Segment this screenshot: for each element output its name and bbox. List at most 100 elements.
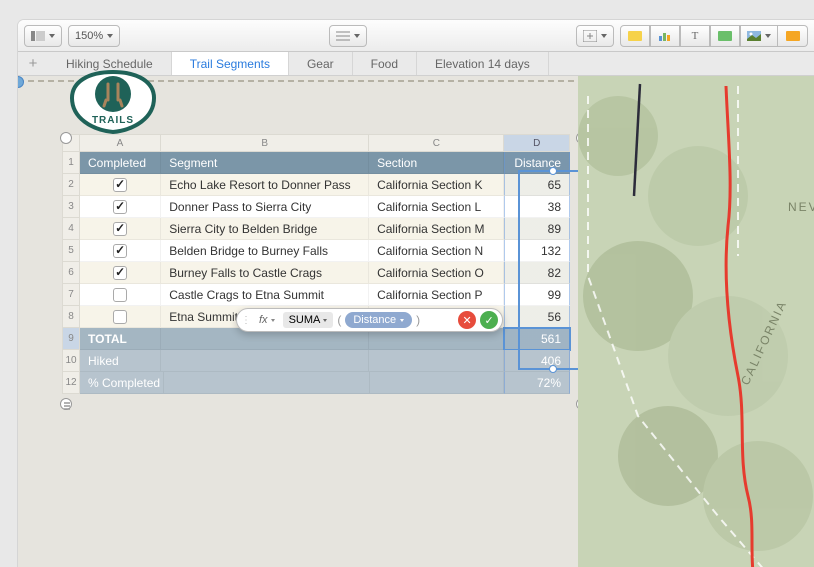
- media-insert-menu[interactable]: [740, 25, 778, 47]
- sheet-tab-food[interactable]: Food: [353, 52, 417, 75]
- checkbox[interactable]: [113, 178, 127, 192]
- distance-cell[interactable]: 65: [504, 174, 570, 196]
- checkbox[interactable]: [113, 244, 127, 258]
- checkbox[interactable]: [113, 266, 127, 280]
- sheet-tab-trail-segments[interactable]: Trail Segments: [172, 52, 289, 75]
- checkbox[interactable]: [113, 310, 127, 324]
- map-image: CALIFORNIA NEVADA: [578, 76, 814, 567]
- pct-label-cell[interactable]: % Completed: [80, 372, 164, 394]
- hiked-label-cell[interactable]: Hiked: [80, 350, 161, 372]
- row-number[interactable]: 12: [62, 372, 80, 394]
- shape-swatch-icon: [718, 31, 732, 41]
- section-cell[interactable]: California Section O: [369, 262, 504, 284]
- total-label-cell[interactable]: TOTAL: [80, 328, 161, 350]
- formula-confirm-button[interactable]: ✓: [480, 311, 498, 329]
- segment-cell[interactable]: Castle Crags to Etna Summit: [161, 284, 369, 306]
- checkbox[interactable]: [113, 288, 127, 302]
- completed-cell[interactable]: [80, 196, 161, 218]
- distance-cell[interactable]: 38: [504, 196, 570, 218]
- close-paren: ): [416, 313, 420, 327]
- zoom-menu[interactable]: 150%: [68, 25, 120, 47]
- row-number[interactable]: 8: [62, 306, 80, 328]
- table-handle-top-left[interactable]: [60, 132, 72, 144]
- hiked-value-cell[interactable]: 406: [504, 350, 570, 372]
- pct-value-cell[interactable]: 72%: [504, 372, 570, 394]
- row-number[interactable]: 7: [62, 284, 80, 306]
- section-cell[interactable]: California Section N: [369, 240, 504, 262]
- grip-icon[interactable]: ⋮: [241, 315, 251, 326]
- chart-insert-button[interactable]: [650, 25, 680, 47]
- total-value-cell[interactable]: 561: [504, 328, 570, 350]
- completed-cell[interactable]: [80, 262, 161, 284]
- segment-cell[interactable]: Donner Pass to Sierra City: [161, 196, 369, 218]
- row-number[interactable]: 4: [62, 218, 80, 240]
- col-header-c[interactable]: C: [369, 134, 504, 152]
- checkbox[interactable]: [113, 200, 127, 214]
- trails-logo: TRAILS: [68, 70, 158, 134]
- function-token[interactable]: SUMA: [283, 312, 334, 328]
- section-cell[interactable]: California Section K: [369, 174, 504, 196]
- section-cell[interactable]: California Section P: [369, 284, 504, 306]
- argument-token[interactable]: Distance: [345, 312, 412, 328]
- header-section[interactable]: Section: [369, 152, 504, 174]
- svg-text:TRAILS: TRAILS: [92, 115, 134, 126]
- header-completed[interactable]: Completed: [80, 152, 161, 174]
- completed-cell[interactable]: [80, 284, 161, 306]
- fx-menu[interactable]: fx: [255, 314, 279, 326]
- pct-empty-c[interactable]: [370, 372, 504, 394]
- view-menu[interactable]: [24, 25, 62, 47]
- col-header-a[interactable]: A: [80, 134, 161, 152]
- sheet-tab-elevation[interactable]: Elevation 14 days: [417, 52, 549, 75]
- distance-cell[interactable]: 99: [504, 284, 570, 306]
- row-number[interactable]: 10: [62, 350, 80, 372]
- header-segment[interactable]: Segment: [161, 152, 369, 174]
- row-number[interactable]: 3: [62, 196, 80, 218]
- canvas: TRAILS A B C D 1 Completed Segment Secti…: [18, 76, 814, 567]
- distance-cell[interactable]: 89: [504, 218, 570, 240]
- sheet-tab-gear[interactable]: Gear: [289, 52, 353, 75]
- hiked-empty-c[interactable]: [369, 350, 504, 372]
- toolbar: 150% T: [18, 20, 814, 52]
- row-number[interactable]: 2: [62, 174, 80, 196]
- shape-insert-button[interactable]: [710, 25, 740, 47]
- completed-cell[interactable]: [80, 306, 161, 328]
- segment-cell[interactable]: Echo Lake Resort to Donner Pass: [161, 174, 369, 196]
- list-style-menu[interactable]: [329, 25, 367, 47]
- segment-cell[interactable]: Sierra City to Belden Bridge: [161, 218, 369, 240]
- completed-cell[interactable]: [80, 240, 161, 262]
- add-sheet-button[interactable]: +: [18, 52, 48, 75]
- row-number[interactable]: 5: [62, 240, 80, 262]
- text-insert-button[interactable]: T: [680, 25, 710, 47]
- cancel-icon: ✕: [463, 314, 472, 327]
- segment-cell[interactable]: Burney Falls to Castle Crags: [161, 262, 369, 284]
- section-cell[interactable]: California Section L: [369, 196, 504, 218]
- row-number[interactable]: 1: [62, 152, 80, 174]
- table-insert-button[interactable]: [620, 25, 650, 47]
- col-header-b[interactable]: B: [161, 134, 369, 152]
- completed-cell[interactable]: [80, 218, 161, 240]
- insert-menu[interactable]: [576, 25, 614, 47]
- checkbox[interactable]: [113, 222, 127, 236]
- section-cell[interactable]: California Section M: [369, 218, 504, 240]
- zoom-value: 150%: [75, 30, 103, 42]
- comment-swatch-icon: [786, 31, 800, 41]
- table-add-row-handle[interactable]: [60, 398, 72, 410]
- table-swatch-icon: [628, 31, 642, 41]
- row-number[interactable]: 9: [62, 328, 80, 350]
- distance-cell[interactable]: 132: [504, 240, 570, 262]
- completed-cell[interactable]: [80, 174, 161, 196]
- spreadsheet-table[interactable]: A B C D 1 Completed Segment Section Dist…: [62, 134, 570, 394]
- formula-cancel-button[interactable]: ✕: [458, 311, 476, 329]
- segment-cell[interactable]: Belden Bridge to Burney Falls: [161, 240, 369, 262]
- distance-cell[interactable]: 56: [504, 306, 570, 328]
- formula-editor[interactable]: ⋮ fx SUMA ( Distance ) ✕ ✓: [236, 308, 503, 332]
- view-icon: [31, 31, 45, 41]
- header-distance[interactable]: Distance: [504, 152, 570, 174]
- media-icon: [747, 31, 761, 41]
- pct-empty-b[interactable]: [164, 372, 370, 394]
- hiked-empty-b[interactable]: [161, 350, 369, 372]
- distance-cell[interactable]: 82: [504, 262, 570, 284]
- row-number[interactable]: 6: [62, 262, 80, 284]
- comment-button[interactable]: [778, 25, 808, 47]
- col-header-d[interactable]: D: [504, 134, 570, 152]
